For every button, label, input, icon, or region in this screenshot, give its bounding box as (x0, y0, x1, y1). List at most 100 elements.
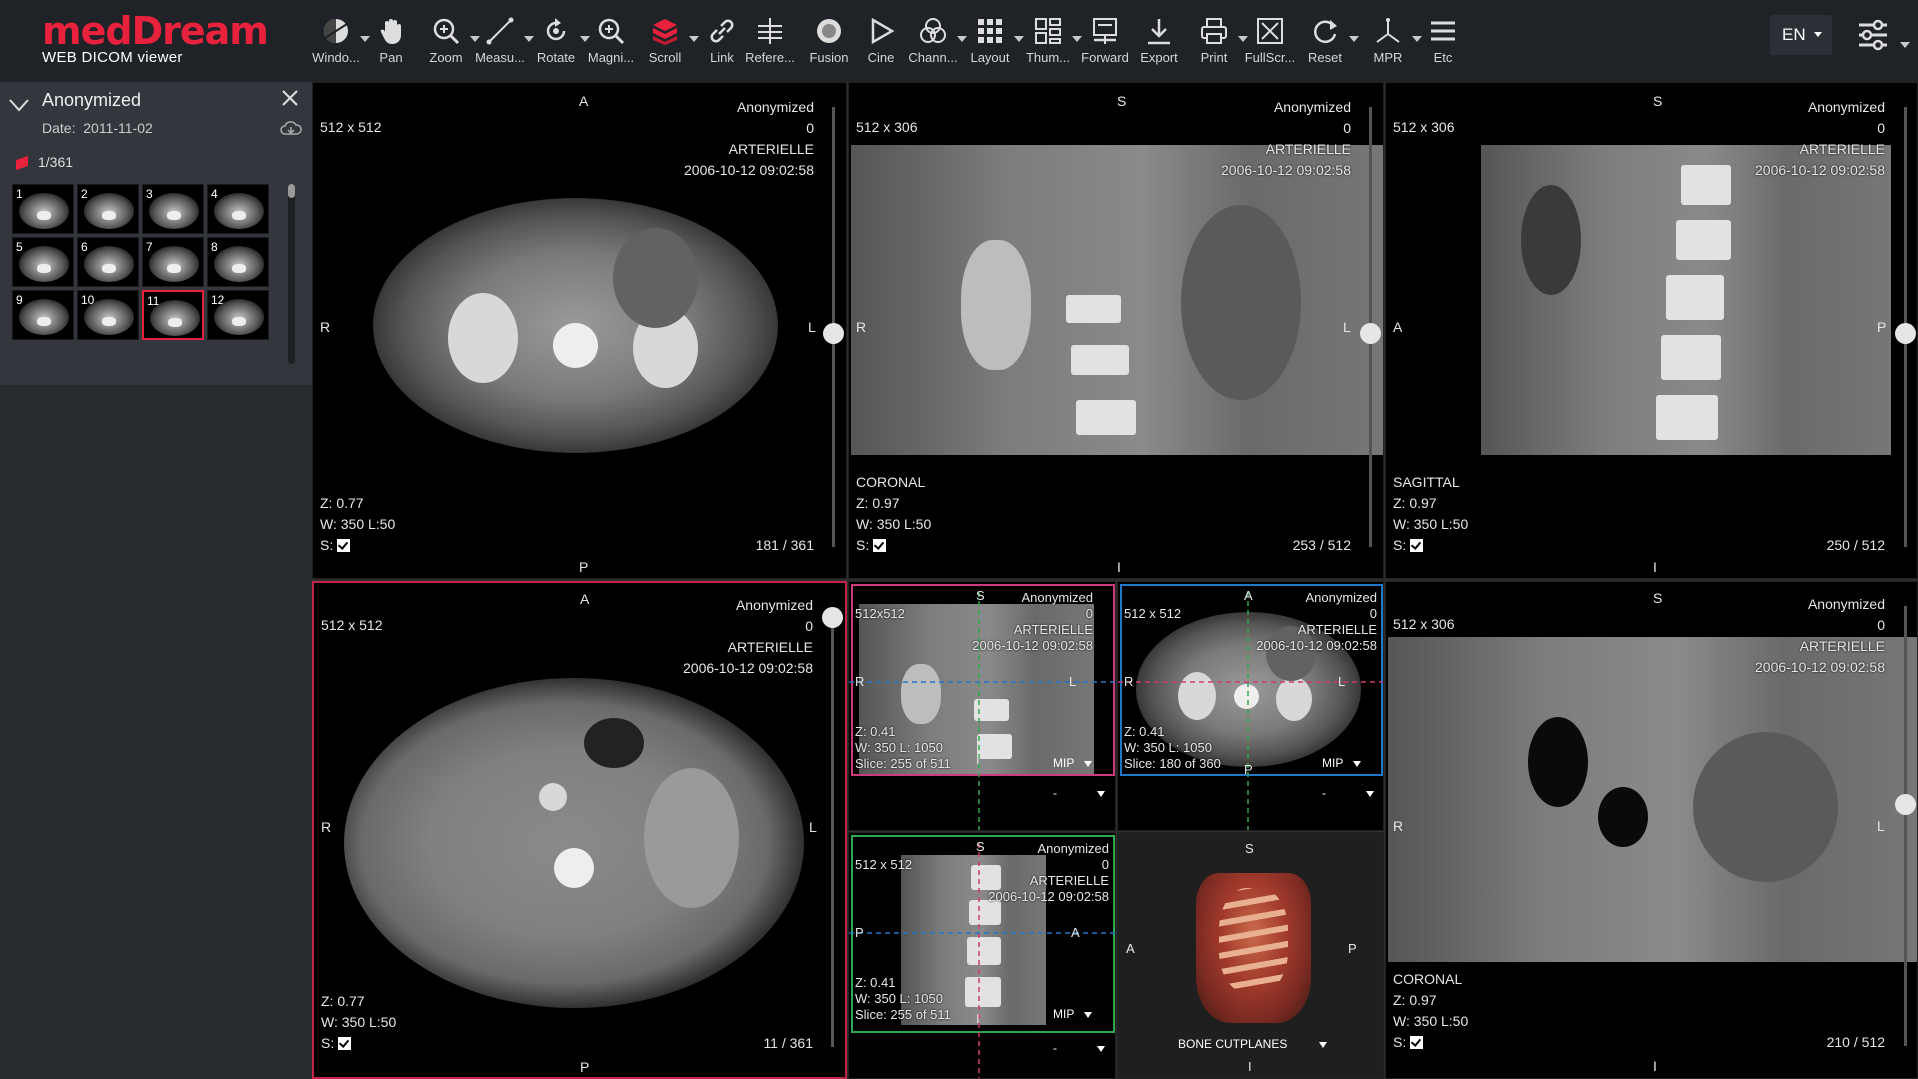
mpr-coronal-pane[interactable]: S I R L 512x512 Anonymized 0 ARTERIELLE … (848, 581, 1116, 831)
series-thumbnail[interactable]: 10 (77, 290, 139, 340)
thickness-dropdown[interactable]: - (1322, 786, 1374, 800)
magnifier-icon (598, 18, 625, 45)
chevron-down-icon (1084, 761, 1093, 767)
bowel (1521, 185, 1581, 295)
series-thumbnail[interactable]: 4 (207, 184, 269, 234)
tool-measure-button[interactable]: Measu... (470, 14, 534, 72)
tool-forward-button[interactable]: Forward (1075, 14, 1135, 72)
zoom-readout: Z: 0.41 (855, 724, 896, 739)
close-icon[interactable] (280, 88, 300, 108)
mpr-axial-pane[interactable]: A P R L 512 x 512 Anonymized 0 ARTERIELL… (1117, 581, 1384, 831)
mip-mode-dropdown[interactable]: MIP (1053, 1007, 1093, 1021)
series-thumbnail[interactable]: 6 (77, 237, 139, 287)
checkbox-icon[interactable] (338, 1037, 352, 1050)
study-sidebar: Anonymized Date: 2011-11-02 1/361 123456… (0, 82, 312, 1079)
checkbox-icon[interactable] (873, 539, 887, 552)
series-thumbnail[interactable]: 8 (207, 237, 269, 287)
thumbnail-image (214, 299, 264, 335)
checkbox-icon[interactable] (1410, 539, 1424, 552)
vertebra (553, 323, 598, 368)
mip-mode-dropdown[interactable]: MIP (1322, 756, 1362, 770)
thumbnail-image (19, 299, 69, 335)
tool-mpr-button[interactable]: MPR (1358, 14, 1422, 72)
tool-print-button[interactable]: Print (1184, 14, 1248, 72)
slice-slider-handle[interactable] (1895, 794, 1916, 815)
slice-slider[interactable] (823, 107, 844, 547)
tool-reset-button[interactable]: Reset (1295, 14, 1359, 72)
checkbox-icon[interactable] (337, 539, 351, 552)
viewport-coronal-bottom[interactable]: S I R L 512 x 306 Anonymized 0 ARTERIELL… (1385, 581, 1918, 1079)
tool-export-button[interactable]: Export (1129, 14, 1189, 72)
sync-toggle[interactable]: S: (1393, 1034, 1424, 1050)
sync-label: S: (321, 1035, 335, 1051)
series-thumbnail[interactable]: 3 (142, 184, 204, 234)
series-thumbnail[interactable]: 2 (77, 184, 139, 234)
window-level-readout: W: 350 L: 1050 (1124, 740, 1212, 755)
tool-magnify-button[interactable]: Magni... (581, 14, 641, 72)
vertebra-3 (1076, 400, 1136, 435)
slice-slider-handle[interactable] (822, 607, 843, 628)
slice-slider-handle[interactable] (823, 323, 844, 344)
zoom-readout: Z: 0.41 (855, 975, 896, 990)
render-preset-dropdown[interactable]: BONE CUTPLANES (1178, 1037, 1328, 1051)
series-thumbnail[interactable]: 5 (12, 237, 74, 287)
chevron-down-icon (1814, 32, 1822, 37)
tool-fullscreen-button[interactable]: FullScr... (1240, 14, 1300, 72)
app-logo: medDream WEB DICOM viewer (42, 11, 269, 66)
series-thumbnail[interactable]: 9 (12, 290, 74, 340)
tool-cine-button[interactable]: Cine (851, 14, 911, 72)
orientation-right: A (1071, 925, 1080, 940)
sync-toggle[interactable]: S: (856, 537, 887, 553)
sync-toggle[interactable]: S: (321, 1035, 352, 1051)
sync-toggle[interactable]: S: (320, 537, 351, 553)
thumbnail-scrollbar[interactable] (288, 184, 295, 364)
viewport-sagittal-top[interactable]: S I A P 512 x 306 Anonymized 0 ARTERIELL… (1385, 82, 1918, 579)
tool-label: Thum... (1025, 50, 1071, 65)
series-thumbnail[interactable]: 11 (142, 290, 204, 340)
tool-fusion-button[interactable]: Fusion (799, 14, 859, 72)
viewport-coronal-top[interactable]: S I R L 512 x 306 Anonymized 0 ARTERIELL… (848, 82, 1384, 579)
tool-zoom-button[interactable]: Zoom (416, 14, 480, 72)
language-select[interactable]: EN (1770, 15, 1832, 55)
series-thumbnail[interactable]: 7 (142, 237, 204, 287)
patient-label: Anonymized (1273, 99, 1351, 115)
tool-layout-button[interactable]: Layout (960, 14, 1024, 72)
mpr-3d-pane[interactable]: S I A P BONE CUTPLANES (1117, 832, 1384, 1079)
slice-slider-handle[interactable] (1895, 323, 1916, 344)
orientation-bottom: I (1653, 559, 1657, 575)
tool-window-button[interactable]: Windo... (306, 14, 370, 72)
sync-toggle[interactable]: S: (1393, 537, 1424, 553)
tool-rotate-button[interactable]: Rotate (526, 14, 590, 72)
tool-channels-button[interactable]: Chann... (903, 14, 967, 72)
viewport-axial-bottom[interactable]: A P R L 512 x 512 Anonymized 0 ARTERIELL… (312, 581, 847, 1079)
tool-thumbnails-button[interactable]: Thum... (1018, 14, 1082, 72)
tool-scroll-button[interactable]: Scroll (635, 14, 699, 72)
scrollbar-thumb[interactable] (288, 184, 295, 198)
orientation-left: R (321, 819, 332, 835)
viewport-axial-top[interactable]: A P R L 512 x 512 Anonymized 0 ARTERIELL… (312, 82, 847, 579)
checkbox-icon[interactable] (1410, 1036, 1424, 1049)
thickness-dropdown[interactable]: - (1053, 1041, 1105, 1055)
series-thumbnail[interactable]: 1 (12, 184, 74, 234)
slice-slider[interactable] (1895, 107, 1916, 547)
chevron-down-icon[interactable] (1900, 42, 1910, 48)
slice-slider[interactable] (1895, 606, 1916, 1046)
mpr-sagittal-pane[interactable]: S I P A 512 x 512 Anonymized 0 ARTERIELL… (848, 832, 1116, 1079)
tool-reference-button[interactable]: Refere... (740, 14, 800, 72)
slice-slider[interactable] (1360, 107, 1381, 547)
chevron-down-icon (1097, 1046, 1105, 1052)
sliders-settings-icon[interactable] (1856, 18, 1890, 52)
thumbnail-number: 9 (16, 293, 23, 307)
tool-pan-button[interactable]: Pan (361, 14, 421, 72)
thickness-dropdown[interactable]: - (1053, 786, 1105, 800)
mip-mode-dropdown[interactable]: MIP (1053, 756, 1093, 770)
image-size: 512 x 512 (320, 119, 382, 135)
series-thumbnail[interactable]: 12 (207, 290, 269, 340)
tool-etc-button[interactable]: Etc (1413, 14, 1473, 72)
cloud-download-icon[interactable] (280, 120, 302, 138)
vertebra-1 (1066, 295, 1121, 323)
collapse-chevron-icon[interactable] (8, 98, 30, 112)
chevron-down-icon (1319, 1042, 1328, 1048)
slice-slider-handle[interactable] (1360, 323, 1381, 344)
slice-slider[interactable] (822, 607, 843, 1047)
